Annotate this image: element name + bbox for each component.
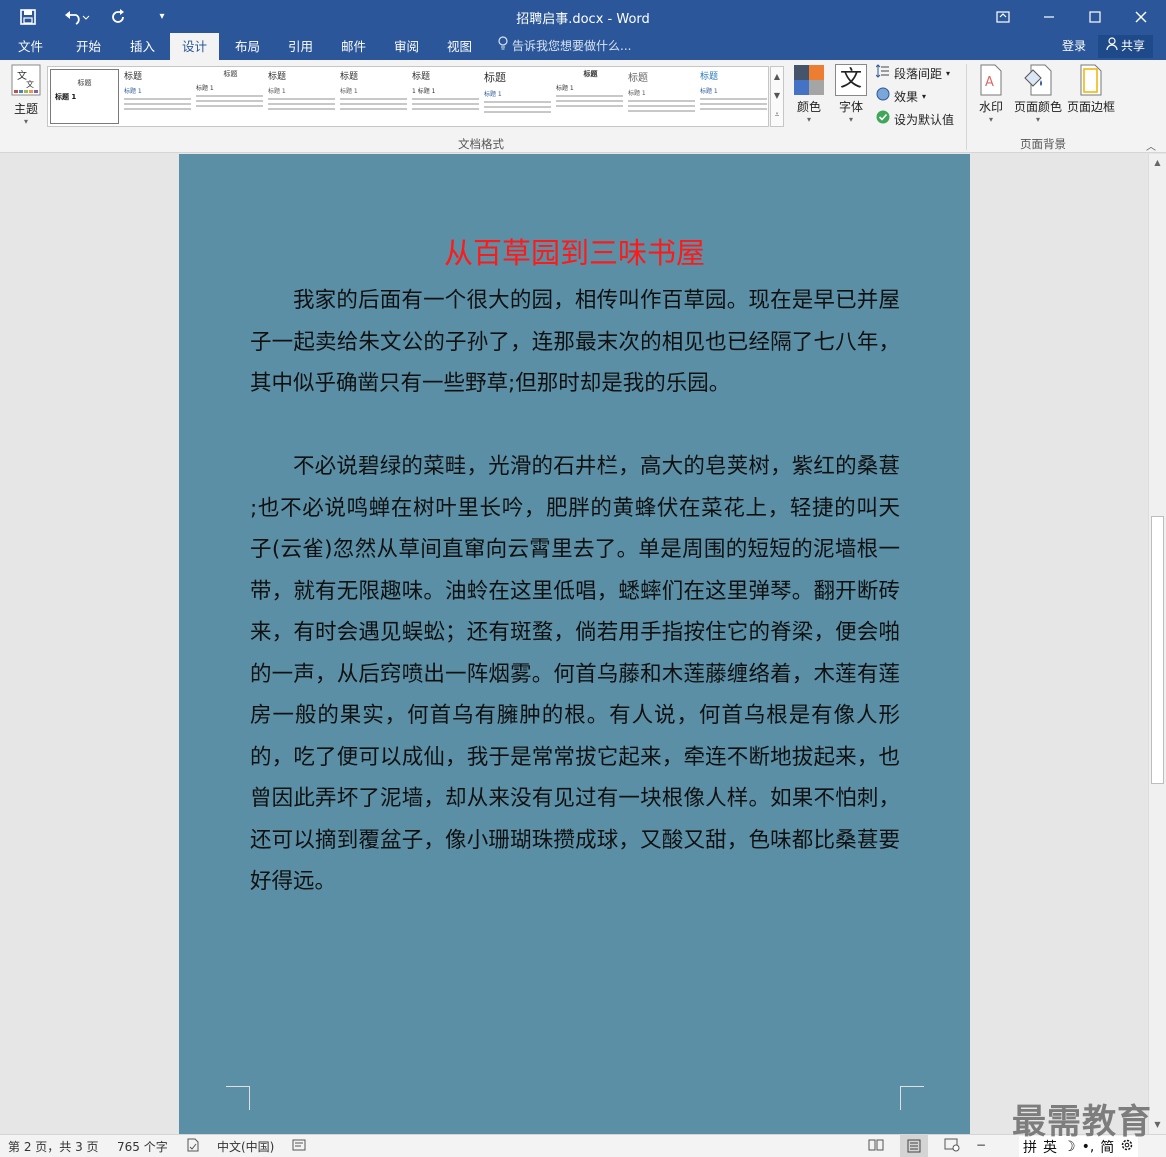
language[interactable]: 中文(中国) <box>217 1138 274 1155</box>
lightbulb-icon <box>498 33 508 60</box>
svg-text:文: 文 <box>26 79 34 89</box>
close-icon[interactable] <box>1118 0 1164 33</box>
style-thumb[interactable]: 标题 标题 1 <box>268 69 337 124</box>
share-label: 共享 <box>1121 39 1146 53</box>
sign-in-link[interactable]: 登录 <box>1062 33 1086 60</box>
watermark-icon: A <box>979 64 1003 96</box>
tab-mailings[interactable]: 邮件 <box>329 33 378 60</box>
tab-references[interactable]: 引用 <box>276 33 325 60</box>
style-thumb[interactable]: 标题 标题 1 <box>484 69 553 124</box>
effects-label: 效果 <box>894 90 919 104</box>
style-thumb[interactable]: 标题 标题 1 <box>50 69 119 124</box>
ribbon: 文文 主题 ▾ 标题 标题 1 标题 标题 1 标题 标题 1 标题 标题 1 标题标… <box>0 60 1166 153</box>
document-heading: 从百草园到三味书屋 <box>443 236 705 270</box>
minimize-icon[interactable] <box>1026 0 1072 33</box>
tell-me-search[interactable]: 告诉我您想要做什么... <box>498 33 631 60</box>
margin-corner-mark <box>900 1086 924 1110</box>
proofing-icon[interactable] <box>186 1138 200 1155</box>
web-layout-icon[interactable] <box>944 1138 960 1155</box>
tab-review[interactable]: 审阅 <box>382 33 431 60</box>
tab-file[interactable]: 文件 <box>6 33 55 60</box>
read-mode-icon[interactable] <box>868 1138 884 1155</box>
themes-button[interactable]: 文文 主题 ▾ <box>7 64 45 126</box>
watermark-button[interactable]: A 水印 ▾ <box>974 64 1008 124</box>
paragraph: 不必说碧绿的菜畦，光滑的石井栏，高大的皂荚树，紫红的桑葚 ;也不必说鸣蝉在树叶里… <box>250 454 900 894</box>
zoom-out-icon[interactable]: − <box>976 1138 986 1152</box>
tab-insert[interactable]: 插入 <box>118 33 167 60</box>
set-as-default-label: 设为默认值 <box>894 113 955 127</box>
fonts-button[interactable]: 文 字体 ▾ <box>832 64 870 124</box>
gallery-up-icon[interactable]: ▲ <box>771 67 783 86</box>
page-color-icon <box>1023 64 1053 96</box>
maximize-icon[interactable] <box>1072 0 1118 33</box>
style-thumb[interactable]: 标题 标题 1 <box>628 69 697 124</box>
page-borders-button[interactable]: 页面边框 <box>1066 64 1116 115</box>
vertical-scrollbar[interactable]: ▲ ▼ <box>1148 154 1166 1134</box>
style-set-gallery: 标题 标题 1 标题 标题 1 标题 标题 1 标题 标题 1 标题 标题 1 标题 1 … <box>47 66 769 127</box>
effects-button[interactable]: 效果 ▾ <box>876 87 926 107</box>
colors-icon <box>793 64 825 96</box>
style-thumb[interactable]: 标题 标题 1 <box>196 69 265 124</box>
gallery-scroll[interactable]: ▲ ▼ ⩡ <box>770 66 784 127</box>
style-thumb[interactable]: 标题 标题 1 <box>700 69 769 124</box>
page-borders-label: 页面边框 <box>1066 100 1115 114</box>
fonts-icon: 文 <box>835 64 867 96</box>
margin-corner-mark <box>226 1086 250 1110</box>
status-bar: 第 2 页，共 3 页 765 个字 中文(中国) − <box>0 1134 1166 1157</box>
themes-icon: 文文 <box>10 64 42 98</box>
scroll-up-icon[interactable]: ▲ <box>1149 156 1166 170</box>
corner-watermark: 最需教育 <box>1012 1102 1152 1142</box>
tab-home[interactable]: 开始 <box>64 33 113 60</box>
person-icon <box>1106 35 1118 58</box>
macro-icon[interactable] <box>292 1138 306 1155</box>
colors-label: 颜色 <box>796 100 821 114</box>
document-area: 从百草园到三味书屋 我家的后面有一个很大的园，相传叫作百草园。现在是早已并屋子一… <box>0 154 1148 1134</box>
watermark-label: 水印 <box>978 100 1003 114</box>
page-color-label: 页面颜色 <box>1013 100 1062 114</box>
paragraph-spacing-icon <box>875 64 890 84</box>
style-thumb[interactable]: 标题 标题 1 <box>340 69 409 124</box>
gallery-more-icon[interactable]: ⩡ <box>771 105 783 124</box>
paragraph-spacing-label: 段落间距 <box>894 67 943 81</box>
tab-design[interactable]: 设计 <box>170 33 220 60</box>
fonts-label: 字体 <box>838 100 863 114</box>
title-bar: ▾ 招聘启事.docx - Word <box>0 0 1166 33</box>
document-page[interactable]: 从百草园到三味书屋 我家的后面有一个很大的园，相传叫作百草园。现在是早已并屋子一… <box>179 154 970 1134</box>
colors-button[interactable]: 颜色 ▾ <box>790 64 828 124</box>
page-color-button[interactable]: 页面颜色 ▾ <box>1012 64 1064 124</box>
page-background-group-label: 页面背景 <box>1020 137 1066 151</box>
paragraph-spacing-button[interactable]: 段落间距 ▾ <box>875 64 950 84</box>
set-as-default-button[interactable]: 设为默认值 <box>876 110 954 130</box>
tell-me-text: 告诉我您想要做什么... <box>512 39 632 53</box>
themes-label: 主题 <box>13 102 38 116</box>
group-separator <box>966 64 967 150</box>
word-count[interactable]: 765 个字 <box>117 1138 168 1155</box>
scrollbar-thumb[interactable] <box>1151 516 1164 784</box>
paragraph: 我家的后面有一个很大的园，相传叫作百草园。现在是早已并屋子一起卖给朱文公的子孙了… <box>250 288 900 396</box>
collapse-ribbon-icon[interactable]: ︿ <box>1146 138 1156 153</box>
tab-layout[interactable]: 布局 <box>223 33 272 60</box>
svg-text:A: A <box>985 75 994 90</box>
style-thumb[interactable]: 标题 1 标题 1 <box>412 69 481 124</box>
style-thumb[interactable]: 标题 标题 1 <box>124 69 193 124</box>
ribbon-display-options-icon[interactable] <box>980 0 1026 33</box>
share-button[interactable]: 共享 <box>1098 35 1154 58</box>
tab-view[interactable]: 视图 <box>435 33 484 60</box>
effects-icon <box>876 87 890 107</box>
page-borders-icon <box>1079 64 1103 96</box>
gallery-down-icon[interactable]: ▼ <box>771 86 783 105</box>
style-thumb[interactable]: 标题 标题 1 <box>556 69 625 124</box>
document-formatting-group-label: 文档格式 <box>458 137 504 151</box>
ribbon-tabs: 文件 开始 插入 设计 布局 引用 邮件 审阅 视图 告诉我您想要做什么... … <box>0 33 1166 60</box>
print-layout-icon[interactable] <box>900 1135 928 1157</box>
checkmark-icon <box>876 110 890 130</box>
page-count[interactable]: 第 2 页，共 3 页 <box>8 1138 99 1155</box>
